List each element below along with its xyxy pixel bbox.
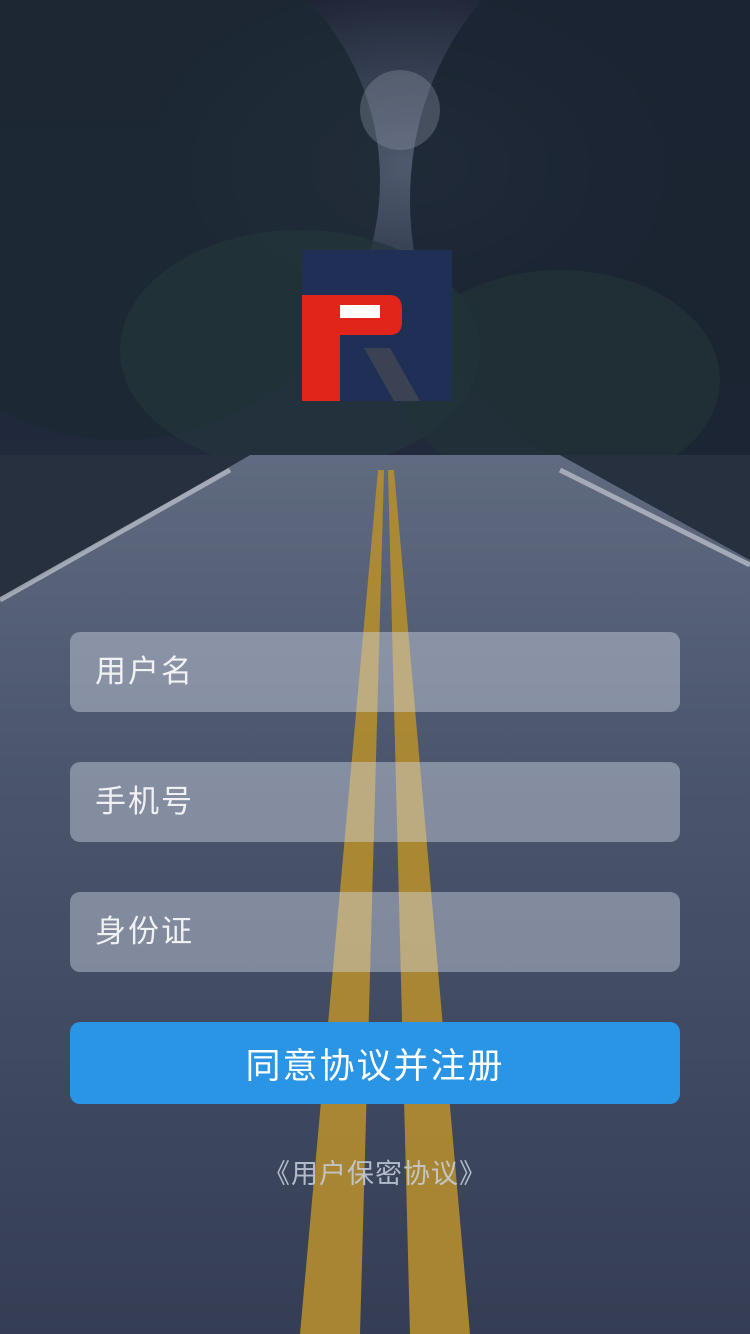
id-card-input[interactable] [95,914,655,950]
agree-and-register-button[interactable]: 同意协议并注册 [70,1022,680,1104]
phone-field[interactable] [70,762,680,842]
id-card-field[interactable] [70,892,680,972]
agree-and-register-label: 同意协议并注册 [245,1046,505,1087]
username-field[interactable] [70,632,680,712]
username-input[interactable] [95,654,655,690]
phone-input[interactable] [95,784,655,820]
user-privacy-agreement-link[interactable]: 《用户保密协议》 [0,1152,750,1191]
brand-logo-icon [301,249,453,402]
